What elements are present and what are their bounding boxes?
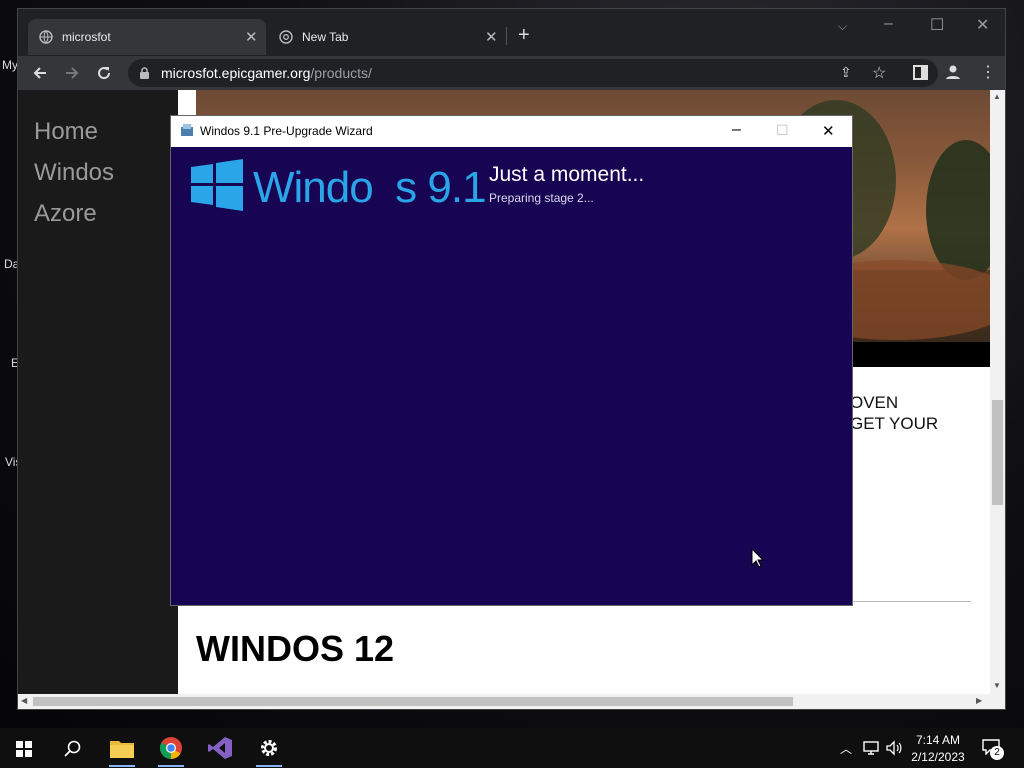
dialog-minimize-icon[interactable]: – xyxy=(732,121,741,139)
search-button[interactable] xyxy=(48,728,96,768)
globe-icon xyxy=(39,30,53,44)
site-sidebar: Home Windos Azore xyxy=(18,90,178,694)
installer-icon xyxy=(181,124,193,136)
running-indicator xyxy=(109,765,135,767)
chrome-icon xyxy=(279,30,293,44)
chrome-icon xyxy=(160,737,182,759)
tab-search-chevron-icon[interactable]: ⌵ xyxy=(838,19,847,34)
nav-azore[interactable]: Azore xyxy=(34,200,97,228)
search-icon xyxy=(64,740,81,757)
url-path: /products/ xyxy=(310,65,372,81)
bookmark-star-icon[interactable]: ☆ xyxy=(872,63,886,83)
new-tab-plus-icon[interactable]: + xyxy=(518,24,530,47)
clock-date[interactable]: 2/12/2023 xyxy=(906,750,970,764)
chrome-taskbar-button[interactable] xyxy=(147,728,195,768)
visual-studio-button[interactable] xyxy=(196,728,244,768)
visual-studio-icon xyxy=(208,737,232,759)
taskbar: ︿ 7:14 AM 2/12/2023 2 xyxy=(0,728,1024,768)
address-bar[interactable]: microsfot.epicgamer.org/products/ ⇪ ☆ xyxy=(128,59,938,87)
section-heading: WINDOS 12 xyxy=(196,628,395,669)
start-button[interactable] xyxy=(0,728,48,768)
close-window-icon[interactable]: ✕ xyxy=(976,15,989,35)
tab-strip: microsfot ✕ New Tab ✕ + ⌵ – ☐ ✕ xyxy=(18,9,1005,56)
scroll-up-icon[interactable]: ▲ xyxy=(993,92,1001,101)
vertical-scroll-thumb[interactable] xyxy=(992,400,1003,505)
dialog-body: Windo s 9.1 Just a moment... Preparing s… xyxy=(171,147,852,605)
running-indicator xyxy=(256,765,282,767)
forward-arrow-icon[interactable] xyxy=(64,65,80,81)
horizontal-scrollbar[interactable]: ◀ ▶ xyxy=(18,694,1005,709)
progress-heading: Just a moment... xyxy=(489,163,645,186)
product-brand: Windo s 9.1 xyxy=(253,163,487,212)
gear-icon xyxy=(261,740,277,756)
running-indicator xyxy=(158,765,184,767)
vertical-scrollbar[interactable]: ▲ ▼ xyxy=(990,90,1005,694)
file-explorer-button[interactable] xyxy=(98,728,146,768)
promo-line: GET YOUR xyxy=(850,414,939,433)
profile-icon[interactable] xyxy=(945,64,961,80)
promo-line: OVEN xyxy=(850,393,899,412)
lock-icon[interactable] xyxy=(139,67,150,79)
tab-new-tab[interactable]: New Tab ✕ xyxy=(268,19,506,55)
dialog-maximize-icon: ☐ xyxy=(776,122,789,138)
tab-separator xyxy=(506,27,507,45)
reload-icon[interactable] xyxy=(96,65,112,81)
share-icon[interactable]: ⇪ xyxy=(840,64,852,81)
close-tab-icon[interactable]: ✕ xyxy=(245,28,258,46)
back-arrow-icon[interactable] xyxy=(32,65,48,81)
url-text: microsfot.epicgamer.org/products/ xyxy=(161,65,372,83)
show-hidden-icons-chevron-icon[interactable]: ︿ xyxy=(840,740,852,757)
kebab-menu-icon[interactable]: ⋮ xyxy=(980,62,996,82)
notification-center-button[interactable]: 2 xyxy=(980,736,1008,762)
volume-icon[interactable] xyxy=(886,740,902,756)
browser-toolbar: microsfot.epicgamer.org/products/ ⇪ ☆ ⋮ xyxy=(18,56,1005,90)
progress-status: Preparing stage 2... xyxy=(489,191,594,205)
desktop-icon-label[interactable]: My xyxy=(2,58,18,72)
maximize-icon[interactable]: ☐ xyxy=(930,15,944,35)
promo-text: OVEN GET YOUR xyxy=(850,392,938,434)
windows-logo-icon xyxy=(191,159,243,211)
notification-badge: 2 xyxy=(990,746,1004,760)
mouse-cursor-icon xyxy=(751,548,764,568)
tab-title: New Tab xyxy=(302,30,349,44)
scroll-right-icon[interactable]: ▶ xyxy=(976,696,982,705)
dialog-title: Windos 9.1 Pre-Upgrade Wizard xyxy=(200,124,373,138)
tab-microsfot[interactable]: microsfot ✕ xyxy=(28,19,266,55)
folder-icon xyxy=(110,741,134,758)
upgrade-wizard-dialog: Windos 9.1 Pre-Upgrade Wizard – ☐ ✕ Wind… xyxy=(170,115,853,606)
nav-windos[interactable]: Windos xyxy=(34,159,114,187)
side-panel-icon[interactable] xyxy=(913,65,928,80)
horizontal-scroll-thumb[interactable] xyxy=(33,697,793,706)
minimize-icon[interactable]: – xyxy=(884,15,893,33)
clock-time[interactable]: 7:14 AM xyxy=(906,733,970,747)
network-icon[interactable] xyxy=(863,741,879,755)
close-tab-icon[interactable]: ✕ xyxy=(485,28,498,46)
windows-start-icon xyxy=(16,741,32,757)
url-host: microsfot.epicgamer.org xyxy=(161,65,311,81)
settings-button[interactable] xyxy=(245,728,293,768)
nav-home[interactable]: Home xyxy=(34,118,98,146)
dialog-close-icon[interactable]: ✕ xyxy=(822,122,835,140)
scroll-left-icon[interactable]: ◀ xyxy=(21,696,27,705)
dialog-titlebar[interactable]: Windos 9.1 Pre-Upgrade Wizard – ☐ ✕ xyxy=(171,116,852,147)
scroll-down-icon[interactable]: ▼ xyxy=(993,681,1001,690)
tab-title: microsfot xyxy=(62,30,111,44)
